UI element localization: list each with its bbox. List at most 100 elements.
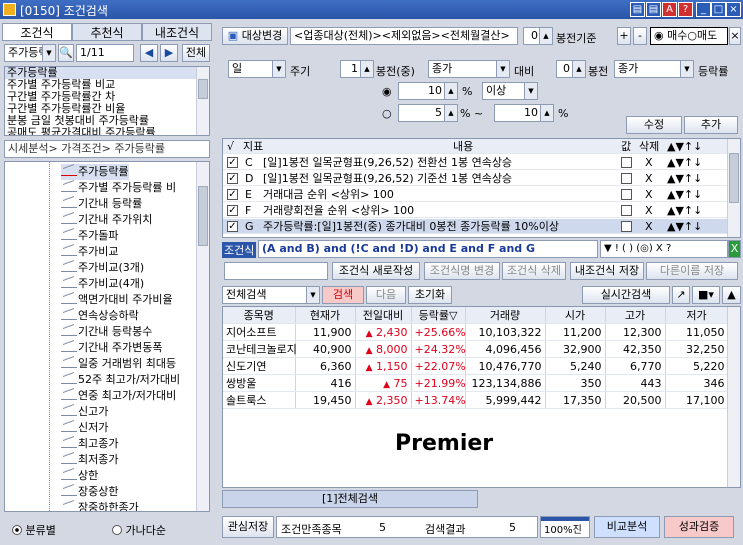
close-button[interactable]: × [726,2,741,17]
value-checkbox[interactable] [621,221,632,232]
new-condition-button[interactable]: 조건식 새로작성 [332,262,420,280]
list-item[interactable]: 분봉 금일 첫봉대비 주가등락률 [7,115,149,127]
reset-button[interactable]: 초기화 [408,286,452,304]
tree-item[interactable]: 상한 [61,468,98,484]
column-header[interactable]: 등락률▽ [411,307,466,324]
column-header[interactable]: 저가 [665,307,729,324]
row-checkbox[interactable]: ✓ [227,189,238,200]
table-row[interactable]: 신도기연 6,360 ▲ 1,150 +22.07% 10,476,770 5,240 6,… [223,357,729,375]
delete-x[interactable]: X [645,219,653,234]
tree-item[interactable]: 52주 최고가/저가대비 [61,372,180,388]
target-change-button[interactable]: ▣ 대상변경 [222,27,288,45]
row-checkbox[interactable]: ✓ [227,205,238,216]
row-arrows[interactable]: ▲▼↑↓ [667,187,702,202]
row-arrows[interactable]: ▲▼↑↓ [667,155,702,170]
tree-item[interactable]: 연속상승하락 [61,308,139,324]
tree-item[interactable]: 기간내 주가변동폭 [61,340,162,356]
price1-select[interactable]: 종가 ▼ [428,60,510,78]
next-arrow-icon[interactable]: ▶ [160,44,178,62]
list-item[interactable]: 공매도 평균가격대비 주가등락률 [7,127,156,135]
panel-close-icon[interactable]: × [729,27,741,45]
tree-item[interactable]: 주가비교(3개) [61,260,144,276]
delete-x[interactable]: X [645,171,653,186]
tree-item[interactable]: 신저가 [61,420,108,436]
condition-row[interactable]: ✓ C [일]1봉전 일목균형표(9,26,52) 전환선 1봉 연속상승 X ▲▼↑↓ [223,155,728,170]
help-icon[interactable]: ? [678,2,693,17]
add-button[interactable]: 추가 [684,116,738,134]
tab-my-conditions[interactable]: 내조건식 [142,23,212,41]
row-checkbox[interactable]: ✓ [227,173,238,184]
tree-item[interactable]: 기간내 주가위치 [61,212,152,228]
all-button[interactable]: 전체 [182,44,210,62]
cond1-select[interactable]: 이상 ▼ [482,82,538,100]
delete-x[interactable]: X [645,187,653,202]
condition-name-input[interactable] [224,262,328,280]
delete-x[interactable]: X [645,155,653,170]
condition-row[interactable]: ✓ G 주가등락률:[일]1봉전(중) 종가대비 0봉전 종가등락률 10%이상 X ▲… [223,219,728,234]
value-checkbox[interactable] [621,189,632,200]
tab-recommended[interactable]: 추천식 [72,23,142,41]
tree-item[interactable]: 주가돌파 [61,228,118,244]
excel-icon[interactable]: X [728,240,741,258]
radio-above[interactable]: ◉ [382,85,392,98]
condition-scrollbar[interactable] [727,139,740,237]
row-arrows[interactable]: ▲▼↑↓ [667,219,702,234]
tree-scrollbar[interactable] [196,162,209,511]
price2-select[interactable]: 종가 ▼ [614,60,694,78]
result-tab[interactable]: [1]전체검색 [222,490,478,508]
menu-icon[interactable]: ■▾ [692,286,720,304]
prev-arrow-icon[interactable]: ◀ [140,44,158,62]
row-arrows[interactable]: ▲▼↑↓ [667,203,702,218]
minimize-button[interactable]: _ [696,2,711,17]
val3-stepper[interactable]: 10 ▲ [494,104,554,122]
buy-sell-toggle[interactable]: ◉ 매수○매도 [650,27,728,45]
tree-item[interactable]: 주가비교 [61,244,118,260]
tree-item[interactable]: 액면가대비 주가비율 [61,292,173,308]
delete-x[interactable]: X [645,203,653,218]
realtime-search-button[interactable]: 실시간검색 [582,286,670,304]
tree-item[interactable]: 연중 최고가/저가대비 [61,388,176,404]
tab-conditions[interactable]: 조건식 [2,23,72,41]
column-header[interactable]: 시가 [545,307,606,324]
table-row[interactable]: 쌍방울 416 ▲ 75 +21.99% 123,134,886 350 443 346 [223,374,729,392]
collapse-icon[interactable]: ▲ [722,286,741,304]
rename-condition-button[interactable]: 조건식명 변경 [424,262,500,280]
category-select[interactable]: 주가등락률 ▼ [4,44,56,62]
column-header[interactable]: 종목명 [223,307,296,324]
plus-button[interactable]: + [617,27,631,45]
tree-item[interactable]: 기간내 등락률 [61,196,142,212]
search-button[interactable]: 검색 [322,286,364,304]
formula-operators[interactable]: ▼ ! ( ) (◎) X ? [600,240,728,258]
bong-mid-stepper[interactable]: 1 ▲ [340,60,374,78]
value-checkbox[interactable] [621,157,632,168]
tree-item[interactable]: 장중하한종가 [61,500,139,511]
tree-item[interactable]: 주가별 주가등락률 비 [61,180,176,196]
maximize-button[interactable]: □ [711,2,726,17]
column-header[interactable]: 현재가 [295,307,356,324]
list-scrollbar[interactable] [196,67,209,135]
column-header[interactable]: 거래량 [465,307,546,324]
condition-row[interactable]: ✓ D [일]1봉전 일목균형표(9,26,52) 기준선 1봉 연속상승 X ▲▼↑↓ [223,171,728,186]
font-icon[interactable]: A [662,2,677,17]
value-checkbox[interactable] [621,173,632,184]
row-checkbox[interactable]: ✓ [227,157,238,168]
tree-item[interactable]: 장중상한 [61,484,118,500]
delete-condition-button[interactable]: 조건식 삭제 [502,262,566,280]
condition-row[interactable]: ✓ E 거래대금 순위 <상위> 100 X ▲▼↑↓ [223,187,728,202]
tree-item[interactable]: 주가등락률 [61,164,129,180]
grid-scrollbar[interactable] [727,307,740,487]
edit-button[interactable]: 수정 [626,116,682,134]
layout-icon[interactable]: ▤ [630,2,645,17]
tree-item[interactable]: 최저종가 [61,452,118,468]
export-icon[interactable]: ↗ [672,286,690,304]
radio-alphabetical[interactable]: 가나다순 [112,522,166,538]
row-checkbox[interactable]: ✓ [227,221,238,232]
period-select[interactable]: 일 ▼ [228,60,286,78]
tree-item[interactable]: 일중 거래범위 최대등 [61,356,176,372]
val2-stepper[interactable]: 5 ▲ [398,104,458,122]
val1-stepper[interactable]: 10 ▲ [398,82,458,100]
radio-by-category[interactable]: 분류별 [12,522,56,538]
bong-stepper[interactable]: 0 ▲ [523,27,553,45]
table-row[interactable]: 코난테크놀로지 40,900 ▲ 8,000 +24.32% 4,096,456 32,9… [223,340,729,358]
column-header[interactable]: 전일대비 [355,307,412,324]
